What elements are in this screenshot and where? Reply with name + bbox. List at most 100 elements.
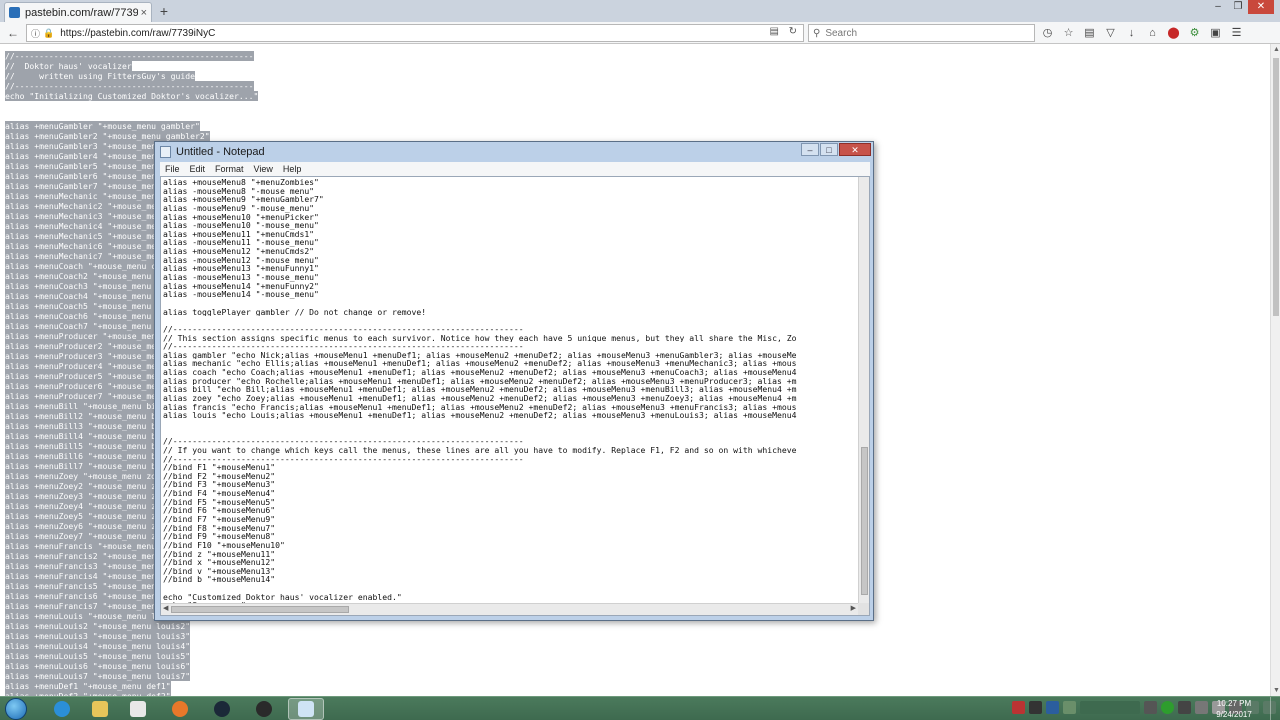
download-icon[interactable]: ↓ xyxy=(1124,25,1139,41)
tray-app-icon-4[interactable] xyxy=(1063,701,1076,714)
taskbar-firefox[interactable] xyxy=(162,698,198,720)
clock-time: 10:27 PM xyxy=(1216,699,1252,708)
scroll-right-icon[interactable]: ▶ xyxy=(851,604,856,612)
notepad-line: alias +mouseMenu11 "+menuCmds1" xyxy=(163,229,315,239)
show-desktop-button[interactable] xyxy=(1270,697,1280,720)
taskbar-media-player[interactable] xyxy=(120,698,156,720)
taskbar-obs[interactable] xyxy=(246,698,282,720)
notepad-text-content[interactable]: alias +mouseMenu8 "+menuZombies" alias -m… xyxy=(163,178,853,610)
scroll-down-icon[interactable]: ▼ xyxy=(1273,687,1280,694)
restore-icon[interactable]: ❐ xyxy=(1228,0,1248,14)
taskbar-clock[interactable]: 10:27 PM 9/24/2017 xyxy=(1212,698,1256,720)
tray-app-icon-3[interactable] xyxy=(1046,701,1059,714)
search-input[interactable]: ⚲ Search xyxy=(808,24,1035,42)
scroll-up-icon[interactable]: ▲ xyxy=(1273,46,1280,53)
selected-text: alias +menuLouis2 "+mouse_menu louis2" xyxy=(5,621,191,631)
notepad-line: alias -mouseMenu10 "-mouse_menu" xyxy=(163,221,319,230)
page-scrollbar[interactable]: ▲ ▼ xyxy=(1270,44,1280,696)
raw-text-line: echo "Initializing Customized Doktor's v… xyxy=(5,91,259,101)
taskbar-internet-explorer[interactable] xyxy=(44,698,80,720)
close-icon[interactable]: ✕ xyxy=(1248,0,1274,14)
pastebin-favicon-icon xyxy=(9,7,20,18)
raw-text-line: alias +menuLouis6 "+mouse_menu louis6" xyxy=(5,661,258,671)
notepad-line: //bind b "+mouseMenu14" xyxy=(163,575,276,585)
notepad-app-icon xyxy=(298,701,314,717)
tray-app-icon-8[interactable] xyxy=(1195,701,1208,714)
tab-close-icon[interactable]: × xyxy=(141,7,147,19)
screenshot-icon[interactable]: ▣ xyxy=(1208,25,1223,41)
notepad-line: //bind F2 "+mouseMenu2" xyxy=(163,471,276,481)
notepad-minimize-icon[interactable]: – xyxy=(801,143,819,156)
tray-app-icon-2[interactable] xyxy=(1029,701,1042,714)
notepad-line xyxy=(163,299,853,308)
notepad-line: alias +mouseMenu9 "+menuGambler7" xyxy=(163,195,324,204)
address-bar[interactable]: ⓘ 🔒 https://pastebin.com/raw/7739iNyC ▤ … xyxy=(26,24,804,42)
home-icon[interactable]: ⌂ xyxy=(1145,25,1160,41)
notepad-line: //--------------------------------------… xyxy=(163,437,524,446)
menu-view[interactable]: View xyxy=(249,164,278,174)
selected-text: alias +menuLouis5 "+mouse_menu louis5" xyxy=(5,651,191,661)
new-tab-button[interactable]: + xyxy=(156,2,172,20)
notepad-line: //bind F7 "+mouseMenu9" xyxy=(163,514,276,524)
notepad-line: //--------------------------------------… xyxy=(163,324,524,334)
clock-date: 9/24/2017 xyxy=(1216,710,1252,719)
tray-app-icon-7[interactable] xyxy=(1178,701,1191,714)
notepad-vscroll-thumb[interactable] xyxy=(861,447,868,595)
taskbar-notepad[interactable] xyxy=(288,698,324,720)
start-button[interactable] xyxy=(5,698,27,720)
reader-view-icon[interactable]: ▤ xyxy=(770,26,779,37)
notepad-title: Untitled - Notepad xyxy=(176,145,265,158)
history-icon[interactable]: ◷ xyxy=(1040,25,1055,41)
raw-text-line: alias +menuGambler "+mouse_menu gambler" xyxy=(5,121,258,131)
adblock-icon[interactable]: ⬤ xyxy=(1166,25,1181,41)
notepad-line: alias +mouseMenu12 "+menuCmds2" xyxy=(163,247,315,256)
tray-app-icon-1[interactable] xyxy=(1012,701,1025,714)
lock-icon: 🔒 xyxy=(43,27,55,38)
selected-text: alias +menuLouis7 "+mouse_menu louis7" xyxy=(5,671,191,681)
menu-format[interactable]: Format xyxy=(210,164,249,174)
tray-app-icon-6[interactable] xyxy=(1161,701,1174,714)
scroll-left-icon[interactable]: ◀ xyxy=(163,604,168,612)
hamburger-menu-icon[interactable]: ☰ xyxy=(1229,25,1244,41)
tray-app-icon-5[interactable] xyxy=(1144,701,1157,714)
extension-icon[interactable]: ⚙ xyxy=(1187,25,1202,41)
steam-icon xyxy=(214,701,230,717)
notepad-close-icon[interactable]: ✕ xyxy=(839,143,871,156)
page-scrollbar-thumb[interactable] xyxy=(1273,58,1279,316)
selected-text: alias +menuGambler2 "+mouse_menu gambler… xyxy=(5,131,210,141)
library-icon[interactable]: ▤ xyxy=(1082,25,1097,41)
notepad-line: alias gambler "echo Nick;alias +mouseMen… xyxy=(163,350,797,360)
taskbar-file-explorer[interactable] xyxy=(82,698,118,720)
tab-title: pastebin.com/raw/7739iNyC xyxy=(25,6,138,19)
info-icon[interactable]: ⓘ xyxy=(31,27,40,40)
notepad-line: alias -mouseMenu13 "-mouse_menu" xyxy=(163,273,319,282)
notepad-line: //bind x "+mouseMenu12" xyxy=(163,558,276,567)
notepad-line: alias coach "echo Coach;alias +mouseMenu… xyxy=(163,368,797,377)
tray-network-graph-icon[interactable] xyxy=(1080,701,1140,714)
notepad-line: alias louis "echo Louis;alias +mouseMenu… xyxy=(163,411,797,420)
notepad-titlebar[interactable]: Untitled - Notepad – □ ✕ xyxy=(155,142,873,161)
notepad-maximize-icon[interactable]: □ xyxy=(820,143,838,156)
menu-help[interactable]: Help xyxy=(278,164,307,174)
notepad-vertical-scrollbar[interactable] xyxy=(858,177,869,603)
notepad-line: alias -mouseMenu14 "-mouse_menu" xyxy=(163,290,319,299)
selected-text: alias +menuLouis4 "+mouse_menu louis4" xyxy=(5,641,191,651)
browser-tab[interactable]: pastebin.com/raw/7739iNyC × xyxy=(4,2,152,22)
reload-icon[interactable]: ↻ xyxy=(789,26,797,37)
bookmark-star-icon[interactable]: ☆ xyxy=(1061,25,1076,41)
notepad-hscroll-thumb[interactable] xyxy=(171,606,349,613)
selected-text: alias +menuGambler "+mouse_menu gambler" xyxy=(5,121,200,131)
minimize-icon[interactable]: – xyxy=(1208,0,1228,14)
notepad-horizontal-scrollbar[interactable]: ◀ ▶ xyxy=(161,603,858,615)
notepad-text-area[interactable]: alias +mouseMenu8 "+menuZombies" alias -m… xyxy=(160,176,870,616)
selected-text: alias +menuLouis6 "+mouse_menu louis6" xyxy=(5,661,191,671)
taskbar-steam[interactable] xyxy=(204,698,240,720)
back-arrow-icon[interactable]: ← xyxy=(5,25,21,41)
notepad-size-grip[interactable] xyxy=(858,603,869,615)
pocket-icon[interactable]: ▽ xyxy=(1103,25,1118,41)
notepad-line: //bind F8 "+mouseMenu7" xyxy=(163,523,276,533)
notepad-menubar: File Edit Format View Help xyxy=(160,162,870,176)
raw-text-line xyxy=(5,101,258,111)
menu-edit[interactable]: Edit xyxy=(185,164,211,174)
menu-file[interactable]: File xyxy=(160,164,185,174)
